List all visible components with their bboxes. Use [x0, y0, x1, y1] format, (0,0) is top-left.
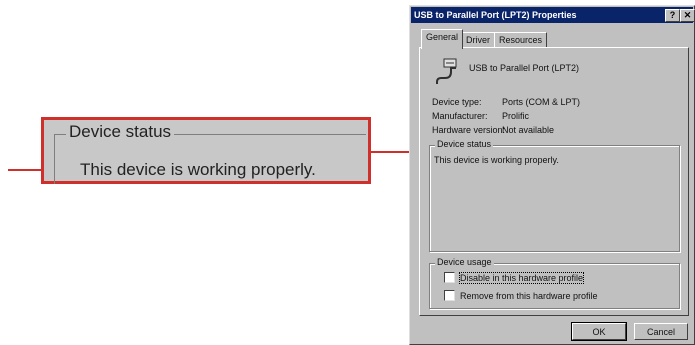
zoomed-device-status-text: This device is working properly. — [80, 160, 316, 179]
device-status-legend: Device status — [435, 139, 494, 149]
device-usage-group: Device usage Disable in this hardware pr… — [429, 257, 680, 309]
device-name: USB to Parallel Port (LPT2) — [469, 63, 580, 73]
hardware-version-value: Not available — [502, 125, 555, 135]
checkbox-box[interactable] — [444, 290, 455, 301]
properties-dialog: USB to Parallel Port (LPT2) Properties ?… — [409, 5, 695, 345]
checkbox-box[interactable] — [444, 272, 455, 283]
title-bar[interactable]: USB to Parallel Port (LPT2) Properties ?… — [411, 7, 695, 23]
help-icon[interactable]: ? — [665, 9, 680, 22]
remove-from-profile-label[interactable]: Remove from this hardware profile — [460, 291, 598, 301]
zoomed-status-callout: Device status This device is working pro… — [41, 117, 371, 184]
device-status-text: This device is working properly. — [434, 155, 559, 165]
device-type-value: Ports (COM & LPT) — [502, 97, 581, 107]
ok-button[interactable]: OK — [571, 322, 627, 341]
device-status-group: Device status This device is working pro… — [429, 139, 680, 252]
device-type-label: Device type: — [432, 97, 482, 107]
zoomed-device-status-legend: Device status — [66, 122, 175, 142]
disable-in-profile-label[interactable]: Disable in this hardware profile — [458, 272, 585, 284]
tab-general[interactable]: General — [421, 29, 464, 49]
manufacturer-value: Prolific — [502, 111, 530, 121]
tab-resources[interactable]: Resources — [494, 32, 548, 48]
general-tab-panel: USB to Parallel Port (LPT2) Device type:… — [419, 47, 689, 316]
device-usage-legend: Device usage — [435, 257, 494, 267]
tab-driver[interactable]: Driver — [461, 32, 495, 48]
hardware-version-label: Hardware version: — [432, 125, 506, 135]
usb-parallel-cable-icon — [436, 58, 457, 84]
disable-in-profile-checkbox[interactable]: Disable in this hardware profile — [444, 272, 585, 284]
dialog-title: USB to Parallel Port (LPT2) Properties — [414, 10, 577, 20]
cancel-button[interactable]: Cancel — [634, 323, 688, 340]
close-icon[interactable]: ✕ — [680, 9, 695, 22]
manufacturer-label: Manufacturer: — [432, 111, 488, 121]
remove-from-profile-checkbox[interactable]: Remove from this hardware profile — [444, 290, 598, 301]
